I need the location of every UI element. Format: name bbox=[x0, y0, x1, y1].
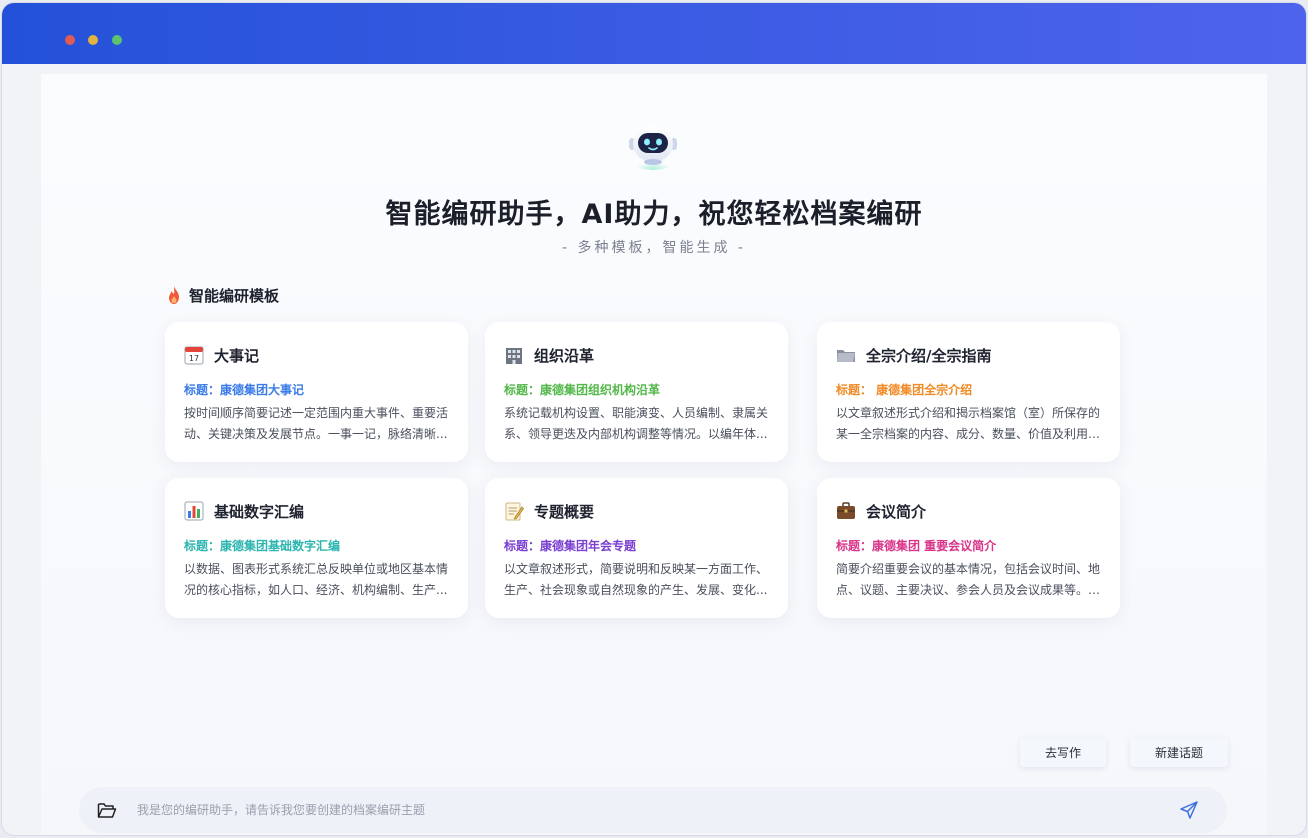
template-card-topic-summary[interactable]: 专题概要 标题：康德集团年会专题 以文章叙述形式，简要说明和反映某一方面工作、生… bbox=[485, 478, 788, 618]
go-write-button[interactable]: 去写作 bbox=[1020, 737, 1106, 767]
calendar-icon: 17 bbox=[184, 345, 204, 365]
page-title: 智能编研助手，AI助力，祝您轻松档案编研 bbox=[385, 199, 923, 230]
robot-icon bbox=[629, 126, 677, 170]
card-title: 基础数字汇编 bbox=[214, 502, 305, 521]
app-window: 智能编研助手，AI助力，祝您轻松档案编研 - 多种模板，智能生成 - 智能编研模… bbox=[2, 3, 1306, 835]
card-description: 按时间顺序简要记述一定范围内重大事件、重要活动、关键决策及发展节点。一事一记，脉… bbox=[184, 406, 449, 441]
maximize-window-dot[interactable] bbox=[112, 35, 122, 45]
card-title: 大事记 bbox=[214, 346, 260, 365]
page-subtitle: - 多种模板，智能生成 - bbox=[561, 240, 746, 256]
template-card-chronicle[interactable]: 17 大事记 标题：康德集团大事记 按时间顺序简要记述一定范围内重大事件、重要活… bbox=[165, 322, 468, 462]
card-title: 全宗介绍/全宗指南 bbox=[866, 346, 992, 365]
composer-bar bbox=[79, 787, 1227, 833]
section-title-label: 智能编研模板 bbox=[189, 286, 280, 305]
flame-icon bbox=[169, 286, 179, 304]
card-subtitle: 标题：康德集团基础数字汇编 bbox=[184, 539, 341, 553]
briefcase-icon bbox=[836, 501, 856, 521]
building-icon bbox=[504, 345, 524, 365]
template-card-org-history[interactable]: 组织沿革 标题：康德集团组织机构沿革 系统记载机构设置、职能演变、人员编制、隶属… bbox=[485, 322, 788, 462]
template-card-meeting-brief[interactable]: 会议简介 标题：康德集团 重要会议简介 简要介绍重要会议的基本情况，包括会议时间… bbox=[817, 478, 1120, 618]
svg-text:17: 17 bbox=[189, 354, 199, 363]
card-description: 以数据、图表形式系统汇总反映单位或地区基本情况的核心指标，如人口、经济、机构编制… bbox=[184, 562, 449, 597]
card-subtitle: 标题： 康德集团全宗介绍 bbox=[836, 383, 973, 397]
main-panel: 智能编研助手，AI助力，祝您轻松档案编研 - 多种模板，智能生成 - 智能编研模… bbox=[41, 74, 1267, 835]
card-description: 以文章叙述形式介绍和揭示档案馆（室）所保存的某一全宗档案的内容、成分、数量、价值… bbox=[836, 406, 1101, 441]
close-window-dot[interactable] bbox=[65, 35, 75, 45]
card-description: 系统记载机构设置、职能演变、人员编制、隶属关系、领导更迭及内部机构调整等情况。以… bbox=[504, 406, 769, 441]
memo-icon bbox=[504, 501, 524, 521]
topic-input[interactable] bbox=[137, 799, 1137, 821]
card-title: 会议简介 bbox=[866, 502, 927, 521]
card-subtitle: 标题：康德集团组织机构沿革 bbox=[504, 383, 661, 397]
section-title: 智能编研模板 bbox=[165, 284, 279, 306]
template-card-fonds-intro[interactable]: 全宗介绍/全宗指南 标题： 康德集团全宗介绍 以文章叙述形式介绍和揭示档案馆（室… bbox=[817, 322, 1120, 462]
send-icon[interactable] bbox=[1179, 800, 1199, 820]
template-card-basic-figures[interactable]: 基础数字汇编 标题：康德集团基础数字汇编 以数据、图表形式系统汇总反映单位或地区… bbox=[165, 478, 468, 618]
folder-open-icon[interactable] bbox=[97, 801, 117, 819]
folder-icon bbox=[836, 345, 856, 365]
bar-chart-icon bbox=[184, 501, 204, 521]
card-subtitle: 标题：康德集团年会专题 bbox=[504, 539, 637, 553]
minimize-window-dot[interactable] bbox=[88, 35, 98, 45]
title-bar bbox=[2, 3, 1306, 64]
card-title: 专题概要 bbox=[534, 502, 595, 521]
new-topic-button[interactable]: 新建话题 bbox=[1130, 737, 1228, 767]
card-title: 组织沿革 bbox=[534, 346, 595, 365]
card-description: 简要介绍重要会议的基本情况，包括会议时间、地点、议题、主要决议、参会人员及会议成… bbox=[836, 562, 1101, 597]
card-subtitle: 标题：康德集团 重要会议简介 bbox=[836, 539, 997, 553]
card-subtitle: 标题：康德集团大事记 bbox=[184, 383, 305, 397]
card-description: 以文章叙述形式，简要说明和反映某一方面工作、生产、社会现象或自然现象的产生、发展… bbox=[504, 562, 769, 597]
